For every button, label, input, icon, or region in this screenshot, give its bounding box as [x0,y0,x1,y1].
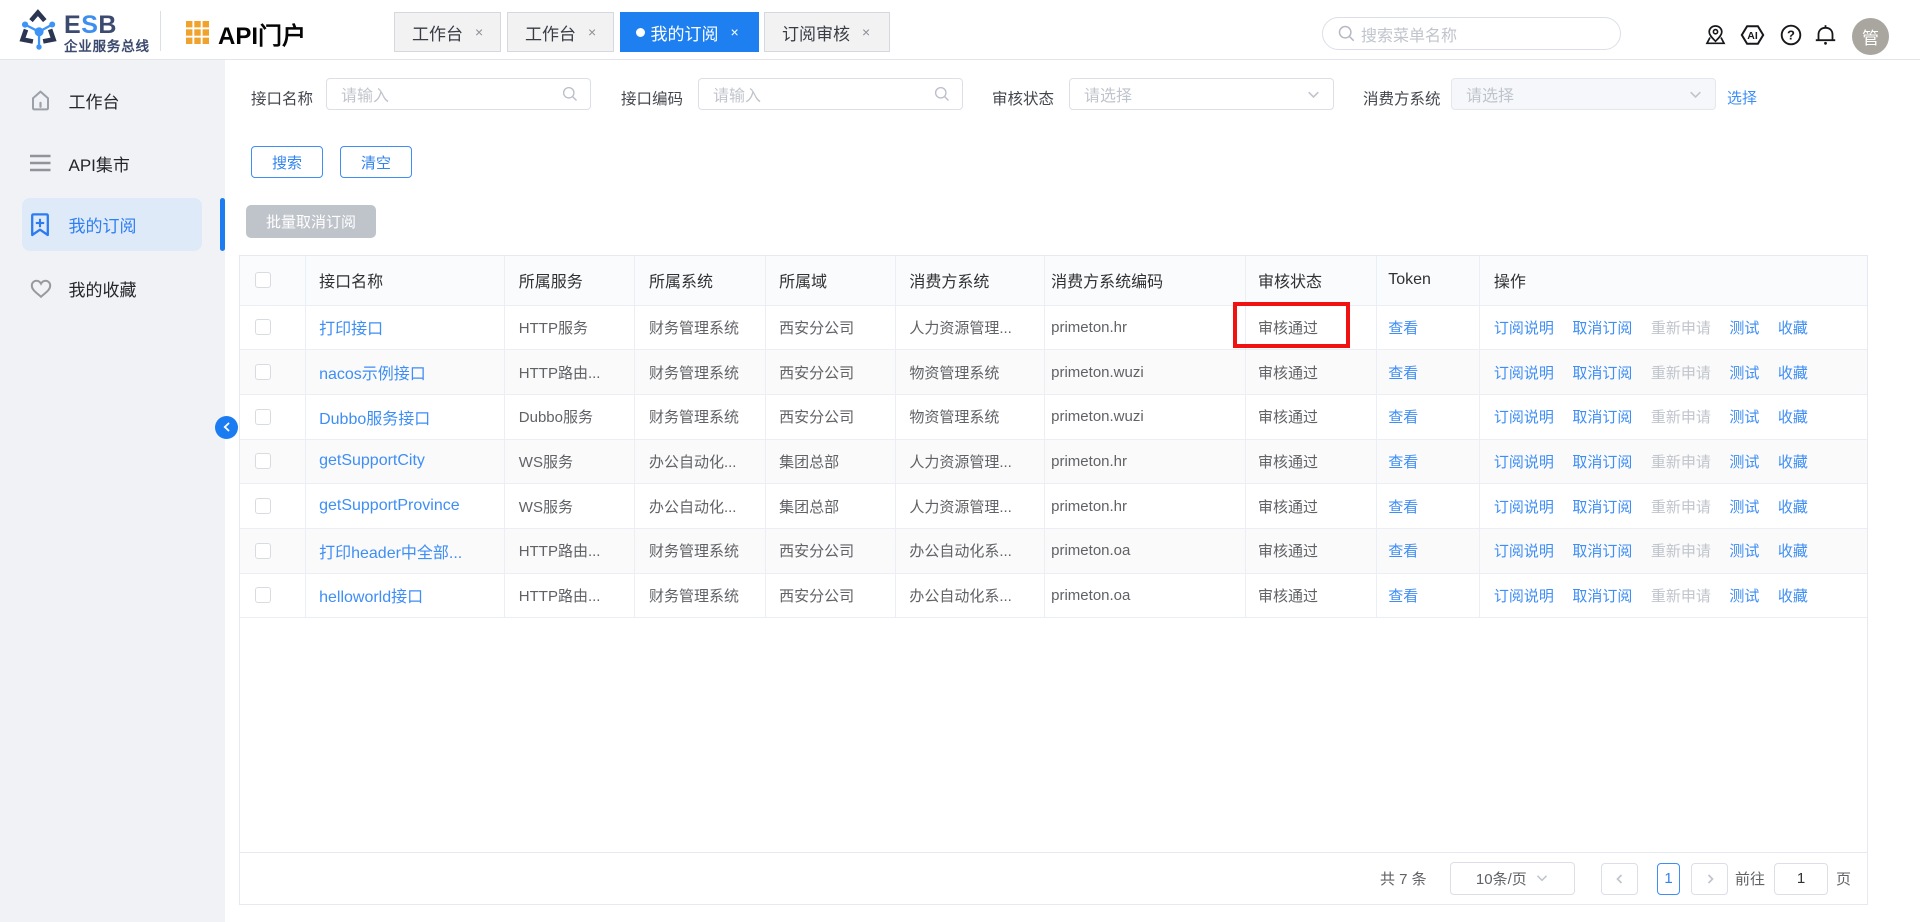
svg-text:AI: AI [1747,30,1758,42]
svg-text:?: ? [1787,28,1795,43]
